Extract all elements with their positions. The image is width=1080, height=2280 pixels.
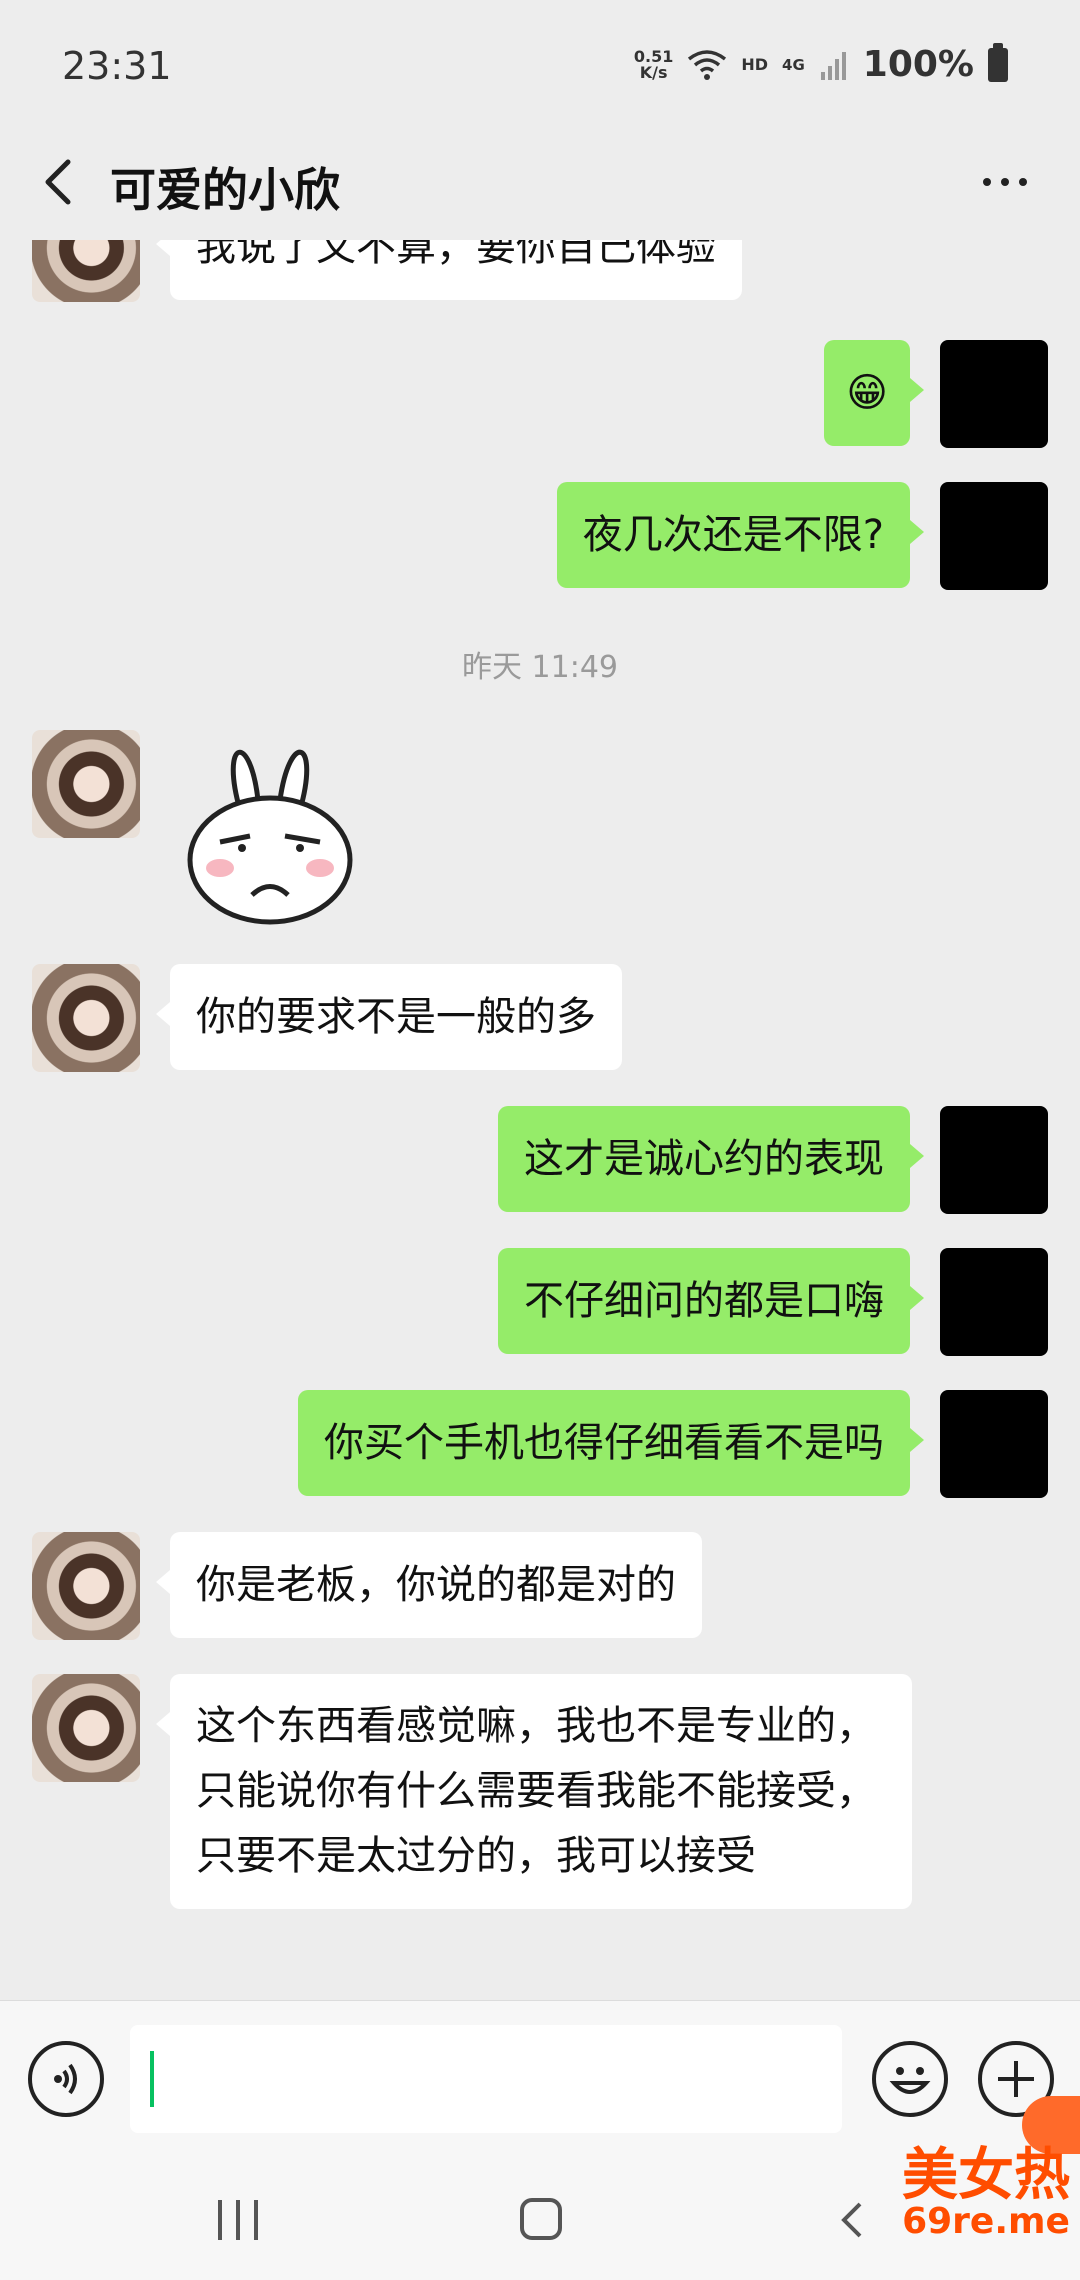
status-time: 23:31 — [62, 44, 172, 88]
watermark: 美女热 69re.me — [902, 2143, 1070, 2242]
my-avatar[interactable] — [940, 340, 1048, 448]
message-bubble[interactable]: 你是老板，你说的都是对的 — [156, 1532, 702, 1638]
network-speed: 0.51 K/s — [633, 46, 674, 82]
battery-icon — [988, 42, 1008, 82]
hd-badge: HD — [741, 55, 769, 74]
emoji-icon[interactable] — [872, 2041, 948, 2117]
my-avatar[interactable] — [940, 1248, 1048, 1356]
nav-back-icon[interactable] — [830, 2198, 874, 2242]
recents-icon[interactable] — [218, 2200, 258, 2240]
rabbit-sticker-icon[interactable] — [180, 730, 360, 930]
system-nav-bar: 美女热 69re.me — [0, 2148, 1080, 2280]
status-bar: 23:31 0.51 K/s HD 4G 100% — [0, 0, 1080, 130]
chat-title: 可爱的小欣 — [110, 163, 340, 217]
my-avatar[interactable] — [940, 482, 1048, 590]
message-bubble[interactable]: 你的要求不是一般的多 — [156, 964, 622, 1070]
my-avatar[interactable] — [940, 1106, 1048, 1214]
status-icons: 0.51 K/s HD 4G 100% — [633, 42, 1008, 85]
message-bubble[interactable]: 这才是诚心约的表现 — [498, 1106, 924, 1212]
message-bubble[interactable]: 不仔细问的都是口嗨 — [498, 1248, 924, 1354]
my-avatar[interactable] — [940, 1390, 1048, 1498]
chat-header: 可爱的小欣 — [0, 130, 1080, 240]
voice-input-icon[interactable] — [28, 2041, 104, 2117]
more-options-icon[interactable] — [970, 152, 1040, 212]
chat-messages[interactable]: 我说了又不算，要你自己体验 😁 夜几次还是不限? 昨天 11:49 你的要求不是… — [0, 240, 1080, 2000]
message-bubble[interactable]: 😁 — [824, 340, 924, 446]
message-bubble[interactable]: 你买个手机也得仔细看看不是吗 — [298, 1390, 924, 1496]
message-bubble[interactable]: 夜几次还是不限? — [556, 482, 925, 588]
contact-avatar[interactable] — [32, 964, 140, 1072]
contact-avatar[interactable] — [32, 240, 140, 302]
message-input[interactable] — [130, 2025, 842, 2133]
input-bar — [0, 2000, 1080, 2160]
home-icon[interactable] — [520, 2198, 562, 2240]
timestamp: 昨天 11:49 — [462, 650, 618, 685]
contact-avatar[interactable] — [32, 1532, 140, 1640]
battery-percent: 100% — [862, 44, 974, 85]
wifi-icon — [688, 49, 727, 80]
contact-avatar[interactable] — [32, 730, 140, 838]
signal-icon — [820, 51, 846, 80]
back-arrow-icon[interactable] — [30, 152, 90, 212]
text-caret — [150, 2051, 154, 2107]
contact-avatar[interactable] — [32, 1674, 140, 1782]
message-bubble[interactable]: 这个东西看感觉嘛，我也不是专业的，只能说你有什么需要看我能不能接受，只要不是太过… — [156, 1674, 912, 1909]
message-bubble[interactable]: 我说了又不算，要你自己体验 — [156, 240, 742, 300]
network-type: 4G — [782, 55, 805, 74]
